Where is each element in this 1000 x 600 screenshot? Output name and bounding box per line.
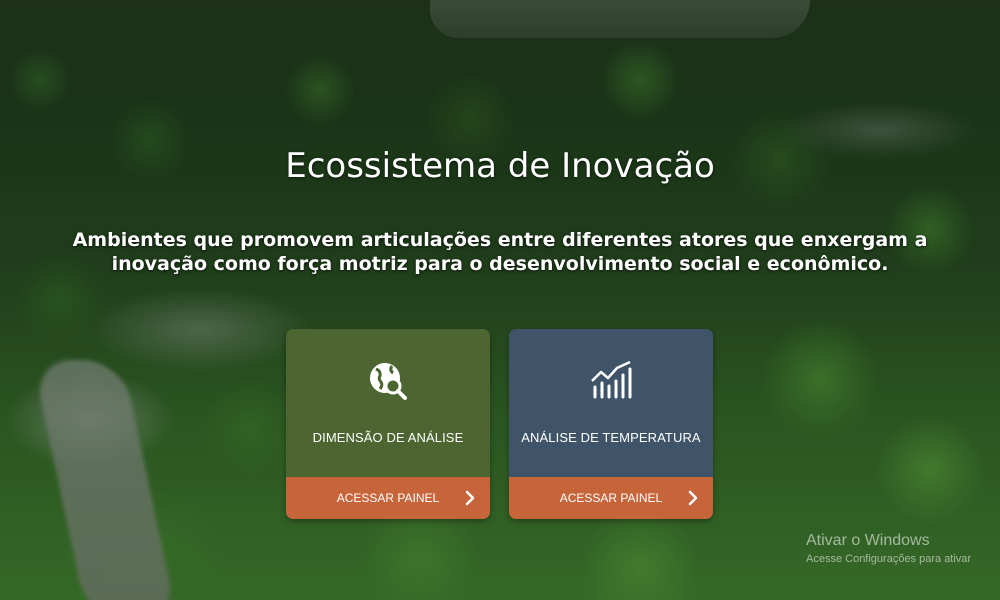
cta-label: ACESSAR PAINEL bbox=[559, 491, 663, 505]
chevron-right-icon bbox=[688, 490, 698, 506]
background-shade bbox=[0, 0, 1000, 600]
globe-search-icon bbox=[370, 363, 407, 400]
watermark-title: Ativar o Windows bbox=[806, 532, 930, 549]
chevron-right-icon bbox=[465, 490, 475, 506]
card-title: ANÁLISE DE TEMPERATURA bbox=[521, 430, 701, 445]
subtitle-line-1: Ambientes que promovem articulações entr… bbox=[72, 229, 928, 251]
cta-label: ACESSAR PAINEL bbox=[336, 491, 440, 505]
card-dimensao-de-analise[interactable]: DIMENSÃO DE ANÁLISE ACESSAR PAINEL bbox=[286, 329, 490, 519]
page-subtitle: Ambientes que promovem articulações entr… bbox=[70, 228, 930, 276]
card-title: DIMENSÃO DE ANÁLISE bbox=[312, 430, 464, 445]
access-panel-button[interactable]: ACESSAR PAINEL bbox=[509, 477, 713, 519]
card-header: DIMENSÃO DE ANÁLISE bbox=[286, 329, 490, 477]
windows-activation-watermark: Ativar o Windows Acesse Configurações pa… bbox=[806, 532, 971, 565]
forest-background bbox=[0, 0, 1000, 600]
page-title: Ecossistema de Inovação bbox=[285, 146, 715, 186]
card-analise-de-temperatura[interactable]: ANÁLISE DE TEMPERATURA ACESSAR PAINEL bbox=[509, 329, 713, 519]
watermark-subtitle: Acesse Configurações para ativar bbox=[806, 553, 972, 565]
subtitle-line-2: inovação como força motriz para o desenv… bbox=[111, 253, 889, 275]
access-panel-button[interactable]: ACESSAR PAINEL bbox=[286, 477, 490, 519]
chart-trend-icon bbox=[591, 360, 632, 399]
card-header: ANÁLISE DE TEMPERATURA bbox=[509, 329, 713, 477]
